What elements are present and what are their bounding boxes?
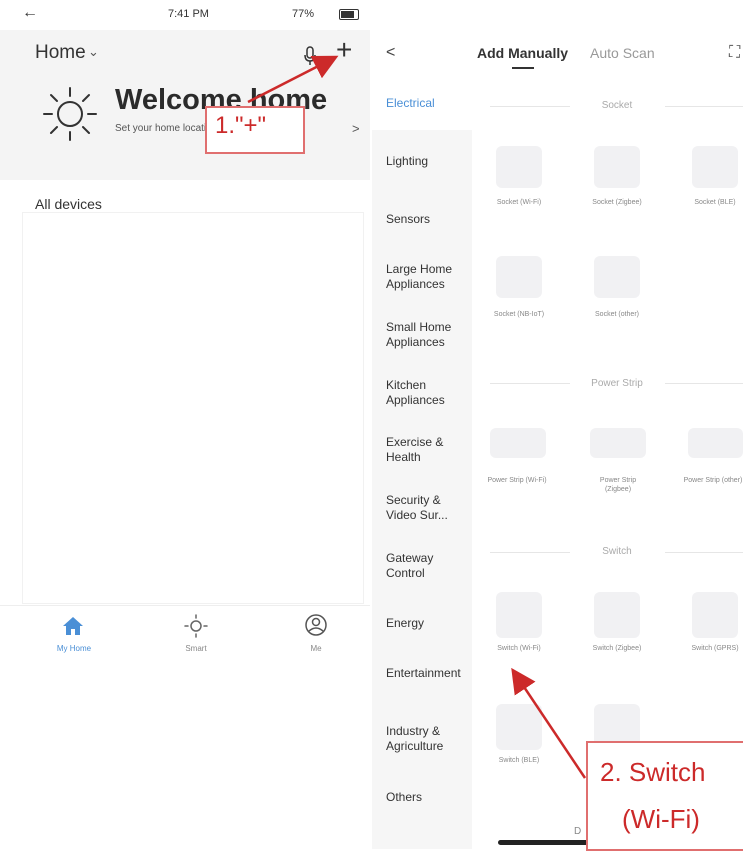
category-small-home-appliances[interactable]: Small Home Appliances	[386, 320, 472, 350]
add-device-button[interactable]: +	[336, 36, 352, 64]
device-label[interactable]: Switch (BLE)	[489, 756, 549, 765]
socket-icon[interactable]	[594, 146, 640, 188]
status-time: 7:41 PM	[168, 8, 209, 20]
smart-sun-icon[interactable]	[184, 614, 208, 638]
device-label[interactable]: Socket (BLE)	[685, 198, 743, 207]
tab-smart[interactable]: Smart	[156, 644, 236, 653]
category-energy[interactable]: Energy	[386, 616, 472, 631]
section-divider	[665, 552, 743, 553]
category-industry-agriculture[interactable]: Industry & Agriculture	[386, 724, 472, 754]
category-kitchen-appliances[interactable]: Kitchen Appliances	[386, 378, 472, 408]
socket-icon[interactable]	[496, 256, 542, 298]
bottom-hint-text: D	[574, 826, 582, 837]
section-title-power-strip: Power Strip	[591, 378, 643, 389]
power-strip-icon[interactable]	[590, 428, 646, 458]
section-divider	[665, 106, 743, 107]
back-arrow-icon[interactable]: ←	[22, 4, 38, 22]
annotation-step2-subtext: (Wi-Fi)	[622, 804, 700, 834]
device-label[interactable]: Socket (other)	[587, 310, 647, 319]
device-label[interactable]: Power Strip (other)	[683, 476, 743, 485]
all-devices-heading: All devices	[35, 196, 102, 212]
category-security-video[interactable]: Security & Video Sur...	[386, 493, 472, 523]
device-label[interactable]: Power Strip (Zigbee)	[588, 476, 648, 494]
left-phone-screen: ← 7:41 PM 77% Home ⌄ + Welcome home Set …	[0, 0, 370, 849]
microphone-icon[interactable]	[303, 46, 317, 66]
chevron-down-icon[interactable]: ⌄	[88, 44, 99, 60]
chevron-right-icon[interactable]: >	[352, 121, 360, 136]
category-sensors[interactable]: Sensors	[386, 212, 472, 227]
category-others[interactable]: Others	[386, 790, 472, 805]
device-list-area	[22, 212, 364, 604]
battery-fill	[341, 11, 354, 18]
category-electrical[interactable]: Electrical	[386, 96, 472, 111]
switch-icon[interactable]	[692, 592, 738, 638]
socket-icon[interactable]	[692, 146, 738, 188]
switch-icon[interactable]	[496, 592, 542, 638]
scan-icon[interactable]: ⛶	[729, 44, 740, 62]
home-selector[interactable]: Home	[35, 42, 86, 64]
device-label[interactable]: Switch (Wi-Fi)	[489, 644, 549, 653]
tab-me[interactable]: Me	[276, 644, 356, 653]
back-button[interactable]: <	[386, 44, 395, 62]
switch-icon[interactable]	[594, 592, 640, 638]
device-label[interactable]: Power Strip (Wi-Fi)	[487, 476, 547, 485]
user-icon[interactable]	[305, 614, 327, 636]
power-strip-icon[interactable]	[490, 428, 546, 458]
annotation-step2-text: 2. Switch	[600, 757, 706, 787]
category-large-home-appliances[interactable]: Large Home Appliances	[386, 262, 472, 292]
category-gateway-control[interactable]: Gateway Control	[386, 551, 472, 581]
weather-sun-icon	[43, 87, 97, 141]
category-exercise-health[interactable]: Exercise & Health	[386, 435, 472, 465]
annotation-step1-text: 1."+"	[215, 112, 267, 139]
device-label[interactable]: Socket (Wi-Fi)	[489, 198, 549, 207]
socket-icon[interactable]	[594, 256, 640, 298]
device-label[interactable]: Switch (Zigbee)	[587, 644, 647, 653]
socket-icon[interactable]	[496, 146, 542, 188]
tab-add-manually[interactable]: Add Manually	[477, 45, 568, 61]
switch-icon[interactable]	[496, 704, 542, 750]
section-title-switch: Switch	[602, 546, 632, 557]
device-label[interactable]: Socket (NB-IoT)	[489, 310, 549, 319]
category-entertainment[interactable]: Entertainment	[386, 666, 472, 681]
battery-percent: 77%	[292, 8, 315, 20]
section-divider	[665, 383, 743, 384]
device-label[interactable]: Socket (Zigbee)	[587, 198, 647, 207]
device-label[interactable]: Switch (GPRS)	[685, 644, 743, 653]
active-tab-indicator	[512, 67, 534, 69]
home-icon[interactable]	[62, 616, 84, 636]
section-title-socket: Socket	[601, 100, 633, 111]
category-lighting[interactable]: Lighting	[386, 154, 472, 169]
power-strip-icon[interactable]	[688, 428, 743, 458]
tab-my-home[interactable]: My Home	[34, 644, 114, 653]
tab-auto-scan[interactable]: Auto Scan	[590, 45, 655, 61]
